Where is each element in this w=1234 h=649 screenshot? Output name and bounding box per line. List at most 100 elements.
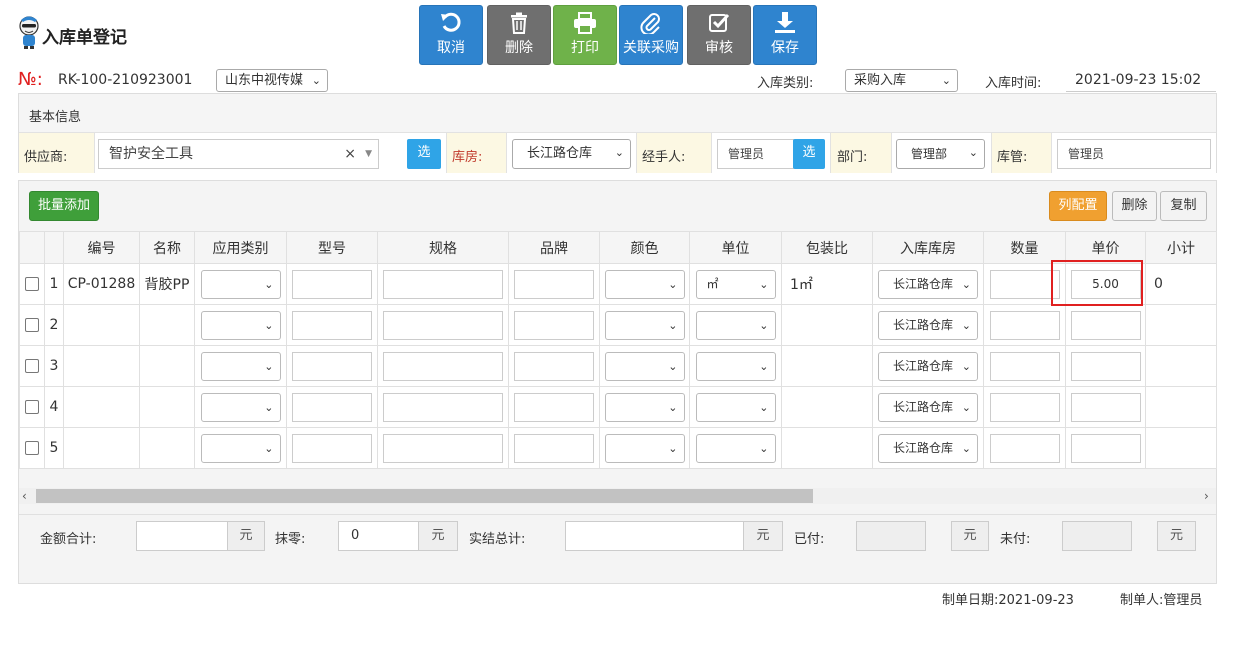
row-checkbox[interactable] [25, 400, 39, 414]
brand-input[interactable] [514, 392, 594, 422]
row-warehouse-value: 长江路仓库 [893, 276, 954, 291]
row-warehouse-select[interactable]: 长江路仓库 ⌄ [878, 351, 978, 381]
delete-button[interactable]: 删除 [487, 5, 551, 65]
dept-value: 管理部 [911, 147, 948, 161]
printer-icon [574, 12, 596, 34]
name-cell [139, 304, 195, 346]
warehouse-select[interactable]: 长江路仓库 ⌄ [512, 139, 631, 169]
category-select[interactable]: ⌄ [200, 310, 281, 340]
company-select[interactable]: 山东中视传媒 ⌄ [216, 69, 328, 92]
color-select[interactable]: ⌄ [604, 392, 685, 422]
spec-input[interactable] [383, 433, 503, 463]
chevron-down-icon: ⌄ [759, 318, 769, 332]
qty-input[interactable] [989, 392, 1060, 422]
keeper-label: 库管: [997, 150, 1028, 165]
mascot-logo-icon [19, 16, 39, 49]
chevron-down-icon: ⌄ [311, 74, 321, 87]
spec-input[interactable] [383, 269, 503, 299]
qty-input[interactable] [989, 269, 1060, 299]
delete-row-button[interactable]: 删除 [1112, 191, 1157, 221]
supplier-combobox[interactable]: 智护安全工具 × ▼ [98, 139, 379, 169]
handler-select-button[interactable]: 选 [793, 139, 825, 169]
stock-time-input[interactable]: 2021-09-23 15:02 [1066, 68, 1216, 92]
row-checkbox[interactable] [25, 277, 39, 291]
color-cell: ⌄ [599, 386, 690, 428]
save-button[interactable]: 保存 [753, 5, 817, 65]
unit-select[interactable]: ㎡ ⌄ [695, 269, 776, 299]
row-checkbox-cell [19, 386, 45, 428]
qty-input[interactable] [989, 351, 1060, 381]
unit-select[interactable]: ⌄ [695, 351, 776, 381]
scroll-right-icon[interactable]: › [1204, 489, 1209, 503]
qty-cell [983, 345, 1066, 387]
clear-icon[interactable]: × [344, 140, 356, 168]
audit-button[interactable]: 审核 [687, 5, 751, 65]
warehouse-cell: 长江路仓库 ⌄ [872, 263, 984, 305]
amount-total-input[interactable] [136, 521, 228, 551]
stock-time-label: 入库时间: [985, 76, 1042, 91]
dept-select[interactable]: 管理部 ⌄ [896, 139, 985, 169]
print-button[interactable]: 打印 [553, 5, 617, 65]
copy-row-button[interactable]: 复制 [1160, 191, 1207, 221]
scrollbar-thumb[interactable] [36, 489, 813, 503]
keeper-input[interactable]: 管理员 [1057, 139, 1211, 169]
batch-add-button[interactable]: 批量添加 [29, 191, 99, 221]
cancel-button[interactable]: 取消 [419, 5, 483, 65]
round-off-input[interactable]: 0 [338, 521, 419, 551]
model-input[interactable] [292, 351, 372, 381]
spec-input[interactable] [383, 392, 503, 422]
supplier-value: 智护安全工具 [109, 146, 193, 162]
unit-price-input[interactable] [1070, 310, 1141, 340]
brand-input[interactable] [514, 269, 594, 299]
model-input[interactable] [292, 392, 372, 422]
name-cell [139, 386, 195, 428]
scroll-left-icon[interactable]: ‹ [22, 489, 27, 503]
warehouse-label: 库房: [452, 150, 483, 165]
category-select[interactable]: ⌄ [200, 392, 281, 422]
color-select[interactable]: ⌄ [604, 433, 685, 463]
row-warehouse-select[interactable]: 长江路仓库 ⌄ [878, 392, 978, 422]
brand-input[interactable] [514, 433, 594, 463]
save-label: 保存 [771, 40, 799, 56]
brand-input[interactable] [514, 310, 594, 340]
color-select[interactable]: ⌄ [604, 269, 685, 299]
unit-select[interactable]: ⌄ [695, 433, 776, 463]
category-select[interactable]: ⌄ [200, 269, 281, 299]
actual-total-input[interactable] [565, 521, 744, 551]
spec-input[interactable] [383, 310, 503, 340]
qty-input[interactable] [989, 310, 1060, 340]
unit-price-input[interactable] [1070, 433, 1141, 463]
brand-cell [508, 427, 600, 469]
row-warehouse-value: 长江路仓库 [893, 358, 954, 373]
color-select[interactable]: ⌄ [604, 351, 685, 381]
order-no-label: №: [18, 69, 43, 90]
brand-input[interactable] [514, 351, 594, 381]
link-purchase-button[interactable]: 关联采购 [619, 5, 683, 65]
row-checkbox[interactable] [25, 318, 39, 332]
supplier-select-button[interactable]: 选 [407, 139, 441, 169]
model-input[interactable] [292, 433, 372, 463]
row-warehouse-select[interactable]: 长江路仓库 ⌄ [878, 433, 978, 463]
row-checkbox[interactable] [25, 441, 39, 455]
column-config-button[interactable]: 列配置 [1049, 191, 1107, 221]
row-warehouse-select[interactable]: 长江路仓库 ⌄ [878, 310, 978, 340]
amount-unit: 元 [227, 521, 265, 551]
actual-total-unit: 元 [743, 521, 783, 551]
col-header: 包装比 [781, 231, 873, 264]
row-warehouse-select[interactable]: 长江路仓库 ⌄ [878, 269, 978, 299]
model-input[interactable] [292, 269, 372, 299]
model-input[interactable] [292, 310, 372, 340]
spec-input[interactable] [383, 351, 503, 381]
category-select[interactable]: ⌄ [200, 351, 281, 381]
row-checkbox-cell [19, 304, 45, 346]
unit-price-input[interactable] [1070, 351, 1141, 381]
qty-input[interactable] [989, 433, 1060, 463]
handler-input[interactable]: 管理员 [717, 139, 794, 169]
stock-type-select[interactable]: 采购入库 ⌄ [845, 69, 958, 92]
unit-price-input[interactable] [1070, 392, 1141, 422]
unit-select[interactable]: ⌄ [695, 310, 776, 340]
unit-select[interactable]: ⌄ [695, 392, 776, 422]
row-checkbox[interactable] [25, 359, 39, 373]
color-select[interactable]: ⌄ [604, 310, 685, 340]
category-select[interactable]: ⌄ [200, 433, 281, 463]
